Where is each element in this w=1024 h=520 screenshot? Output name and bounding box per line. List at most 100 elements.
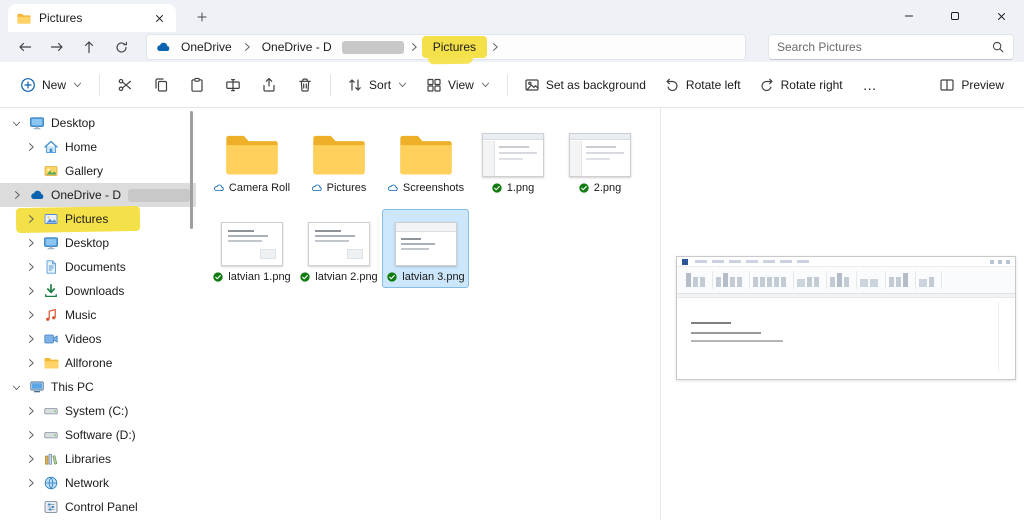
view-button[interactable]: View <box>418 71 499 99</box>
back-button[interactable] <box>10 34 40 60</box>
chevron-right-icon[interactable] <box>24 237 37 249</box>
tab-close-icon[interactable] <box>150 9 168 27</box>
chevron-right-icon[interactable] <box>24 213 37 225</box>
new-button[interactable]: New <box>12 71 91 99</box>
sidebar-item-control-panel[interactable]: Control Panel <box>0 495 196 519</box>
delete-button[interactable] <box>288 69 322 101</box>
chevron-right-icon[interactable] <box>10 189 23 201</box>
sidebar-item-label: Software (D:) <box>65 428 136 442</box>
search-input[interactable] <box>777 40 991 54</box>
sidebar-list: Desktop Home Gallery OneDrive - D Pictures De… <box>0 111 196 519</box>
chevron-right-icon[interactable] <box>407 41 421 53</box>
sidebar-item-desktop[interactable]: Desktop <box>0 111 196 135</box>
chevron-right-icon[interactable] <box>24 477 37 489</box>
rotate-left-icon <box>664 77 680 93</box>
sidebar-item-label: Documents <box>65 260 126 274</box>
paste-button[interactable] <box>180 69 214 101</box>
up-button[interactable] <box>74 34 104 60</box>
file-item-latvian-1-png[interactable]: latvian 1.png <box>208 209 295 288</box>
folder-item-screenshots[interactable]: Screenshots <box>382 120 469 199</box>
sidebar-item-label: Downloads <box>65 284 125 298</box>
file-item-latvian-2-png[interactable]: latvian 2.png <box>295 209 382 288</box>
rotate-left-button[interactable]: Rotate left <box>656 71 749 99</box>
maximize-button[interactable] <box>932 0 978 32</box>
chevron-right-icon[interactable] <box>24 309 37 321</box>
sidebar-item-gallery[interactable]: Gallery <box>0 159 196 183</box>
folder-item-pictures[interactable]: Pictures <box>295 120 382 199</box>
sidebar-item-music[interactable]: Music <box>0 303 196 327</box>
file-item-latvian-3-png[interactable]: latvian 3.png <box>382 209 469 288</box>
chevron-right-icon[interactable] <box>24 333 37 345</box>
sidebar-item-label: Control Panel <box>65 500 138 514</box>
view-icon <box>426 77 442 93</box>
chevron-right-icon[interactable] <box>24 141 37 153</box>
chevron-right-icon[interactable] <box>24 357 37 369</box>
minimize-button[interactable] <box>886 0 932 32</box>
chevron-right-icon[interactable] <box>24 405 37 417</box>
file-name: 2.png <box>593 182 622 194</box>
search-box[interactable] <box>768 34 1014 60</box>
new-tab-button[interactable] <box>192 7 212 27</box>
sidebar-item-onedrive-d[interactable]: OneDrive - D <box>0 183 196 207</box>
redacted-text <box>128 188 191 202</box>
monitor-icon <box>42 235 60 251</box>
file-list-area: Camera Roll Pictures Screenshots 1.png 2.png… <box>196 108 660 520</box>
chevron-right-icon[interactable] <box>24 285 37 297</box>
preview-ribbon <box>677 267 1015 294</box>
sidebar-item-videos[interactable]: Videos <box>0 327 196 351</box>
sidebar-item-network[interactable]: Network <box>0 471 196 495</box>
folder-item-camera-roll[interactable]: Camera Roll <box>208 120 295 199</box>
tab-pictures[interactable]: Pictures <box>8 4 176 32</box>
sidebar-item-desktop[interactable]: Desktop <box>0 231 196 255</box>
chevron-right-icon[interactable] <box>488 41 502 53</box>
sidebar-scrollbar[interactable] <box>190 111 193 229</box>
sidebar-item-allforone[interactable]: Allforone <box>0 351 196 375</box>
chevron-right-icon[interactable] <box>24 453 37 465</box>
breadcrumb-pictures[interactable]: Pictures <box>421 36 488 58</box>
copy-button[interactable] <box>144 69 178 101</box>
share-button[interactable] <box>252 69 286 101</box>
word-app-icon <box>682 258 688 265</box>
cut-button[interactable] <box>108 69 142 101</box>
more-options-button[interactable]: … <box>853 73 888 97</box>
file-name: latvian 1.png <box>228 271 291 283</box>
preview-toggle-button[interactable]: Preview <box>931 71 1012 99</box>
sidebar-item-software-d[interactable]: Software (D:) <box>0 423 196 447</box>
rotate-right-label: Rotate right <box>780 77 843 92</box>
new-plus-icon <box>20 77 36 93</box>
sidebar-item-this-pc[interactable]: This PC <box>0 375 196 399</box>
rotate-right-button[interactable]: Rotate right <box>751 71 851 99</box>
sidebar-item-system-c[interactable]: System (C:) <box>0 399 196 423</box>
chevron-right-icon[interactable] <box>240 41 254 53</box>
breadcrumb-onedrive-drive[interactable]: OneDrive - D <box>255 38 339 56</box>
sidebar-item-home[interactable]: Home <box>0 135 196 159</box>
file-name: Screenshots <box>402 182 465 194</box>
folder-icon <box>42 355 60 371</box>
sidebar-item-label: Music <box>65 308 97 322</box>
set-as-background-button[interactable]: Set as background <box>516 71 654 99</box>
file-item-1-png[interactable]: 1.png <box>469 120 556 199</box>
sidebar-item-documents[interactable]: Documents <box>0 255 196 279</box>
preview-document <box>677 294 1015 379</box>
breadcrumb-onedrive[interactable]: OneDrive <box>174 38 239 56</box>
chevron-down-icon[interactable] <box>10 118 23 129</box>
home-icon <box>42 139 60 155</box>
file-item-2-png[interactable]: 2.png <box>556 120 643 199</box>
rename-button[interactable] <box>216 69 250 101</box>
sidebar-item-pictures[interactable]: Pictures <box>0 207 196 231</box>
sidebar-item-downloads[interactable]: Downloads <box>0 279 196 303</box>
image-thumbnail <box>481 133 544 177</box>
sort-button[interactable]: Sort <box>339 71 416 99</box>
sidebar-item-libraries[interactable]: Libraries <box>0 447 196 471</box>
close-button[interactable] <box>978 0 1024 32</box>
download-icon <box>42 283 60 299</box>
cloud-status-icon <box>387 182 399 194</box>
chevron-right-icon[interactable] <box>24 429 37 441</box>
chevron-right-icon[interactable] <box>24 261 37 273</box>
refresh-button[interactable] <box>106 34 136 60</box>
folder-icon <box>398 132 454 177</box>
search-icon[interactable] <box>991 40 1005 54</box>
monitor-icon <box>28 115 46 131</box>
rotate-left-label: Rotate left <box>685 77 741 92</box>
chevron-down-icon[interactable] <box>10 382 23 393</box>
